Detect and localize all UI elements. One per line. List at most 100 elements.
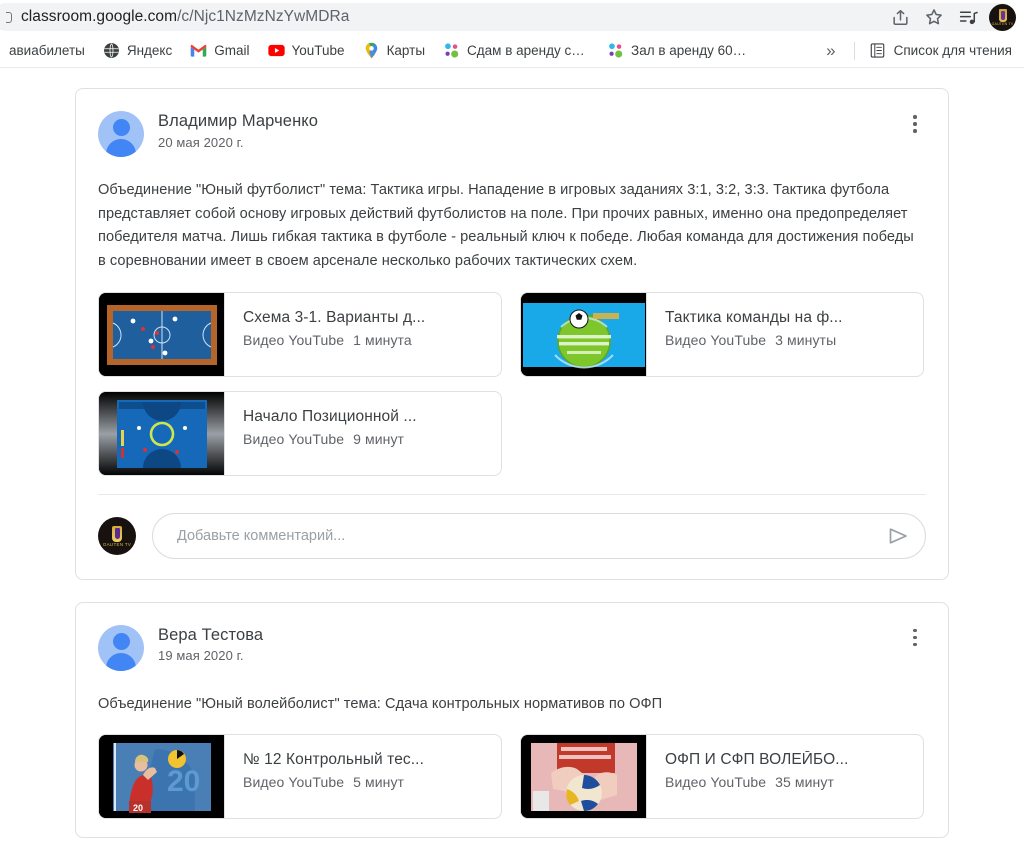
video-thumbnail bbox=[521, 735, 647, 819]
url-text: classroom.google.com/c/Njc1NzMzNzYwMDRa bbox=[21, 8, 349, 26]
attachment-duration: 5 минут bbox=[353, 774, 405, 791]
attachment-duration: 35 минут bbox=[775, 774, 834, 791]
gmail-icon bbox=[190, 42, 207, 59]
attachment-subtitle: Видео YouTube 35 минут bbox=[665, 774, 909, 790]
attachment-list: Схема 3-1. Варианты д... Видео YouTube 1 … bbox=[98, 291, 926, 494]
page-info-icon[interactable] bbox=[6, 11, 12, 23]
post-body-text: Объединение "Юный футболист" тема: Такти… bbox=[98, 182, 914, 269]
post-overflow-menu-icon[interactable] bbox=[898, 621, 932, 655]
attachment-meta: Тактика команды на ф... Видео YouTube 3 м… bbox=[647, 293, 923, 376]
bottle-glyph bbox=[998, 9, 1007, 23]
attachment-title: Схема 3-1. Варианты д... bbox=[243, 308, 426, 326]
classroom-stream-page: Владимир Марченко 20 мая 2020 г. Объедин… bbox=[0, 68, 1024, 846]
attachment-title: Тактика команды на ф... bbox=[665, 308, 843, 326]
post-header: Вера Тестова 19 мая 2020 г. bbox=[98, 619, 926, 677]
bottle-glyph bbox=[112, 525, 122, 542]
overflow-chevron-icon[interactable]: » bbox=[814, 42, 847, 59]
attachment-subtitle: Видео YouTube 3 минуты bbox=[665, 332, 909, 348]
post-card[interactable]: Вера Тестова 19 мая 2020 г. Объединение … bbox=[75, 601, 949, 839]
avatar-label: GAUTEN TV bbox=[102, 542, 132, 548]
attachment-card[interactable]: Начало Позиционной ... Видео YouTube 9 ми… bbox=[98, 390, 502, 476]
post-date: 20 мая 2020 г. bbox=[158, 134, 244, 150]
bookmark-item-0[interactable]: авиабилеты bbox=[0, 38, 94, 64]
bookmark-item-5[interactable]: Сдам в аренду спо... bbox=[434, 38, 598, 64]
attachment-duration: 9 минут bbox=[353, 430, 405, 447]
attachment-card[interactable]: ОФП И СФП ВОЛЕЙБО... Видео YouTube 35 мин… bbox=[520, 734, 924, 820]
bookmark-label: авиабилеты bbox=[9, 43, 85, 58]
bookmark-star-icon[interactable] bbox=[917, 0, 951, 34]
drive-dots-icon bbox=[607, 42, 624, 59]
author-avatar bbox=[98, 111, 144, 157]
video-thumbnail bbox=[99, 292, 225, 376]
share-icon[interactable] bbox=[883, 0, 917, 34]
attachment-subtitle: Видео YouTube 1 минута bbox=[243, 332, 487, 348]
attachment-title: ОФП И СФП ВОЛЕЙБО... bbox=[665, 751, 849, 769]
bookmark-item-6[interactable]: Зал в аренду 60м в... bbox=[598, 38, 762, 64]
attachment-card[interactable]: Схема 3-1. Варианты д... Видео YouTube 1 … bbox=[98, 291, 502, 377]
attachment-duration: 3 минуты bbox=[775, 331, 837, 348]
omnibox-actions: GAUTEN TV bbox=[883, 0, 1016, 34]
media-control-icon[interactable] bbox=[951, 0, 985, 34]
attachment-source: Видео YouTube bbox=[243, 331, 345, 348]
svg-text:20: 20 bbox=[133, 803, 143, 813]
bookmark-item-4[interactable]: Карты bbox=[354, 38, 434, 64]
toolbar-divider bbox=[853, 41, 855, 60]
post-card[interactable]: Владимир Марченко 20 мая 2020 г. Объедин… bbox=[75, 88, 949, 580]
attachment-meta: № 12 Контрольный тес... Видео YouTube 5 м… bbox=[225, 735, 501, 818]
bookmark-item-1[interactable]: Яндекс bbox=[94, 38, 181, 64]
reading-list-icon bbox=[869, 42, 886, 59]
bookmark-label: Сдам в аренду спо... bbox=[467, 43, 590, 58]
bookmark-label: Карты bbox=[386, 43, 426, 58]
bookmark-label: YouTube bbox=[291, 43, 345, 58]
bookmarks-overflow: » Список для чтения bbox=[814, 38, 1024, 63]
url-domain: classroom.google.com bbox=[21, 8, 178, 25]
globe-icon bbox=[103, 42, 120, 59]
attachment-subtitle: Видео YouTube 5 минут bbox=[243, 774, 487, 790]
bookmark-item-2[interactable]: Gmail bbox=[181, 38, 258, 64]
comment-input-wrapper[interactable] bbox=[152, 512, 926, 559]
post-author-name: Вера Тестова bbox=[158, 625, 264, 644]
url-path: /c/Njc1NzMzNzYwMDRa bbox=[177, 8, 350, 25]
attachment-subtitle: Видео YouTube 9 минут bbox=[243, 431, 487, 447]
svg-text:20: 20 bbox=[167, 765, 200, 798]
profile-avatar[interactable]: GAUTEN TV bbox=[989, 3, 1016, 31]
attachment-meta: Схема 3-1. Варианты д... Видео YouTube 1 … bbox=[225, 293, 501, 376]
bookmark-item-3[interactable]: YouTube bbox=[259, 38, 354, 64]
attachment-meta: ОФП И СФП ВОЛЕЙБО... Видео YouTube 35 мин… bbox=[647, 735, 923, 818]
attachment-list: 20 20 № 12 Контрольный тес... Видео YouT… bbox=[98, 734, 926, 837]
video-thumbnail bbox=[99, 391, 225, 475]
author-avatar bbox=[98, 624, 144, 671]
attachment-card[interactable]: 20 20 № 12 Контрольный тес... Видео YouT… bbox=[98, 734, 502, 820]
send-comment-icon[interactable] bbox=[879, 517, 917, 555]
video-thumbnail: 20 20 bbox=[99, 735, 225, 819]
attachment-source: Видео YouTube bbox=[243, 774, 345, 791]
comment-input[interactable] bbox=[175, 526, 879, 545]
attachment-duration: 1 минута bbox=[353, 331, 412, 348]
avatar-label: GAUTEN TV bbox=[991, 22, 1014, 27]
attachment-title: № 12 Контрольный тес... bbox=[243, 751, 424, 769]
post-date: 19 мая 2020 г. bbox=[158, 648, 244, 664]
bookmark-label: Зал в аренду 60м в... bbox=[631, 43, 754, 58]
comment-row: GAUTEN TV bbox=[98, 493, 926, 579]
post-overflow-menu-icon[interactable] bbox=[898, 107, 932, 141]
reading-list-button[interactable]: Список для чтения bbox=[861, 38, 1020, 63]
omnibox-row: classroom.google.com/c/Njc1NzMzNzYwMDRa bbox=[0, 0, 1024, 34]
author-info: Вера Тестова 19 мая 2020 г. bbox=[158, 625, 263, 664]
maps-pin-icon bbox=[363, 42, 380, 59]
attachment-title: Начало Позиционной ... bbox=[243, 407, 417, 425]
bookmarks-bar: авиабилеты Яндекс Gmail YouTube Карты Сд… bbox=[0, 34, 1024, 68]
attachment-meta: Начало Позиционной ... Видео YouTube 9 ми… bbox=[225, 392, 501, 475]
stream-list: Владимир Марченко 20 мая 2020 г. Объедин… bbox=[0, 68, 1024, 839]
bookmark-label: Яндекс bbox=[126, 43, 173, 58]
attachment-card[interactable]: Тактика команды на ф... Видео YouTube 3 м… bbox=[520, 291, 924, 377]
attachment-source: Видео YouTube bbox=[665, 774, 767, 791]
reading-list-label: Список для чтения bbox=[893, 43, 1012, 58]
youtube-icon bbox=[267, 42, 285, 59]
post-header: Владимир Марченко 20 мая 2020 г. bbox=[98, 105, 926, 163]
address-bar[interactable]: classroom.google.com/c/Njc1NzMzNzYwMDRa bbox=[0, 3, 1016, 31]
author-info: Владимир Марченко 20 мая 2020 г. bbox=[158, 111, 318, 150]
attachment-source: Видео YouTube bbox=[243, 430, 345, 447]
drive-dots-icon bbox=[443, 42, 460, 59]
current-user-avatar: GAUTEN TV bbox=[98, 516, 136, 555]
attachment-source: Видео YouTube bbox=[665, 331, 767, 348]
